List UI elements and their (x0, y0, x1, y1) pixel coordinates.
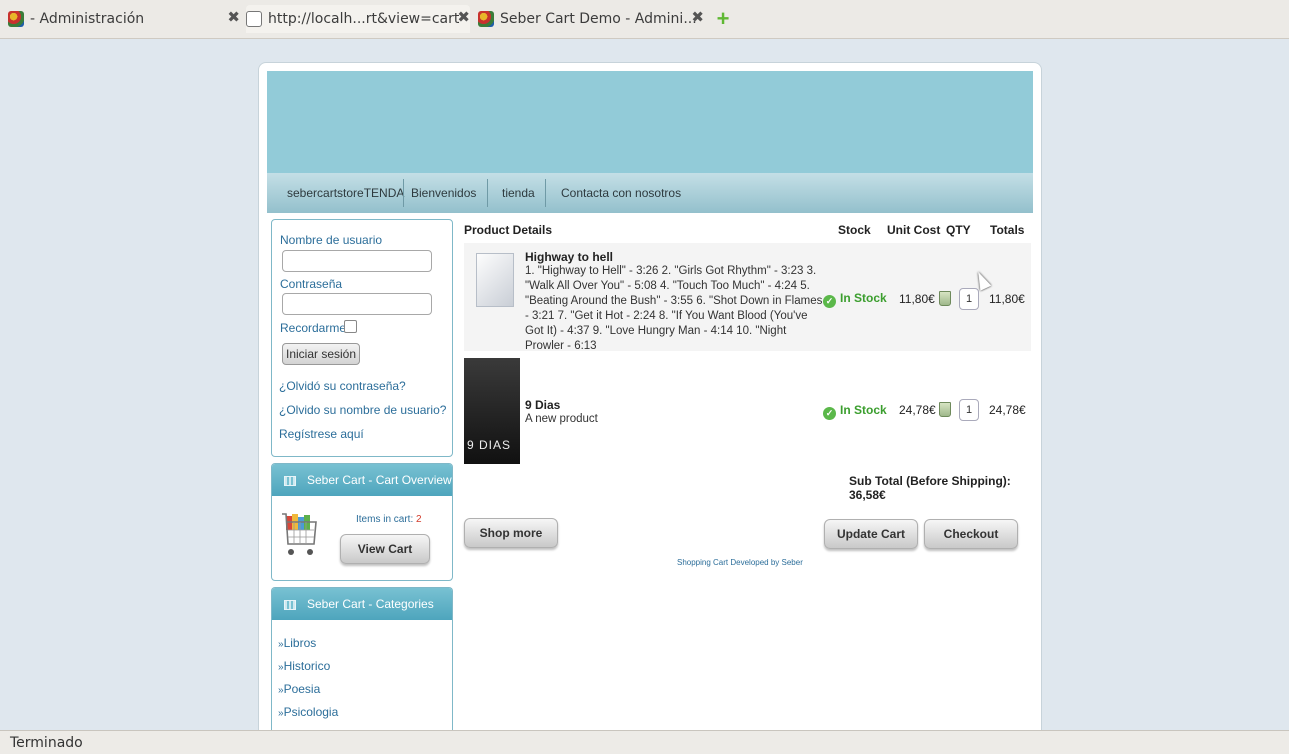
subtotal-value: 36,58€ (849, 488, 886, 502)
category-link[interactable]: Historico (278, 659, 331, 673)
page-icon (246, 11, 262, 27)
tab-title: - Administración (30, 11, 145, 27)
nav-item-tienda[interactable]: tienda (502, 173, 535, 213)
trash-icon[interactable] (939, 291, 951, 306)
stock-label: In Stock (840, 403, 887, 417)
nav-separator (545, 179, 546, 207)
header-stock: Stock (838, 223, 871, 237)
status-text: Terminado (10, 735, 83, 751)
browser-tab-bar: - Administración ✖ http://localh...rt&vi… (0, 0, 1289, 39)
categories-header: Seber Cart - Categories (272, 588, 452, 620)
items-in-cart: Items in cart: 2 (356, 514, 422, 525)
close-tab-icon[interactable]: ✖ (227, 8, 240, 26)
login-button[interactable]: Iniciar sesión (282, 343, 360, 365)
browser-tab-cart[interactable]: http://localh...rt&view=cart ✖ (246, 5, 470, 33)
password-input[interactable] (282, 293, 432, 315)
category-link[interactable]: Psicologia (278, 705, 339, 719)
update-cart-button[interactable]: Update Cart (824, 519, 918, 549)
register-link[interactable]: Regístrese aquí (279, 427, 364, 441)
category-link[interactable]: Libros (278, 636, 317, 650)
table-icon (284, 600, 296, 610)
new-tab-icon[interactable]: + (714, 8, 732, 30)
quantity-input[interactable]: 1 (959, 399, 979, 421)
main-nav: sebercartstoreTENDA Bienvenidos tienda C… (267, 173, 1033, 213)
unit-cost: 24,78€ (899, 403, 936, 417)
cart-overview-module: Seber Cart - Cart Overview Items in cart… (271, 463, 453, 581)
browser-status-bar: Terminado (0, 730, 1289, 754)
line-total: 11,80€ (989, 292, 1025, 306)
header-totals: Totals (990, 223, 1025, 237)
username-label: Nombre de usuario (280, 233, 383, 247)
forgot-username-link[interactable]: ¿Olvido su nombre de usuario? (279, 403, 446, 417)
login-module: Nombre de usuario Contraseña Recordarme … (271, 219, 453, 457)
nav-separator (403, 179, 404, 207)
stock-status: ✓ In Stock (823, 291, 887, 308)
product-image-movie: 9 DIAS (464, 358, 520, 464)
trash-icon[interactable] (939, 402, 951, 417)
site-header-banner (267, 71, 1033, 173)
nav-item-contacto[interactable]: Contacta con nosotros (561, 173, 681, 213)
stock-label: In Stock (840, 291, 887, 305)
subtotal: Sub Total (Before Shipping): 36,58€ (849, 474, 1031, 502)
remember-label: Recordarme (280, 321, 347, 335)
product-description: A new product (525, 413, 598, 425)
categories-title: Seber Cart - Categories (307, 597, 434, 611)
check-icon: ✓ (823, 295, 836, 308)
password-label: Contraseña (280, 277, 343, 291)
header-product-details: Product Details (464, 223, 553, 237)
joomla-icon (478, 11, 494, 27)
nav-item-home[interactable]: sebercartstoreTENDA (287, 173, 404, 213)
tab-title: http://localh...rt&view=cart (268, 11, 460, 27)
cart-overview-header: Seber Cart - Cart Overview (272, 464, 452, 496)
product-name[interactable]: 9 Dias (525, 398, 560, 412)
forgot-password-link[interactable]: ¿Olvidó su contraseña? (279, 379, 406, 393)
header-unit-cost: Unit Cost (887, 223, 941, 237)
subtotal-label: Sub Total (Before Shipping): (849, 474, 1011, 488)
movie-poster-title: 9 DIAS (467, 438, 512, 452)
categories-module: Seber Cart - Categories Libros Historico… (271, 587, 453, 731)
check-icon: ✓ (823, 407, 836, 420)
credit-link[interactable]: Shopping Cart Developed by Seber (677, 558, 803, 567)
shopping-cart-icon (282, 513, 317, 555)
close-tab-icon[interactable]: ✖ (691, 8, 704, 26)
product-description: 1. "Highway to Hell" - 3:26 2. "Girls Go… (525, 265, 823, 352)
browser-tab-seber-admin[interactable]: Seber Cart Demo - Admini... ✖ (478, 5, 704, 33)
page-container: sebercartstoreTENDA Bienvenidos tienda C… (258, 62, 1042, 732)
joomla-icon (8, 11, 24, 27)
nav-item-bienvenidos[interactable]: Bienvenidos (411, 173, 476, 213)
browser-tab-administracion[interactable]: - Administración ✖ (8, 5, 240, 33)
checkout-button[interactable]: Checkout (924, 519, 1018, 549)
product-image-box (476, 253, 514, 307)
tab-title: Seber Cart Demo - Admini... (500, 11, 697, 27)
nav-separator (487, 179, 488, 207)
quantity-input[interactable]: 1 (959, 288, 979, 310)
category-link[interactable]: Poesia (278, 682, 321, 696)
stock-status: ✓ In Stock (823, 403, 887, 420)
table-icon (284, 476, 296, 486)
view-cart-button[interactable]: View Cart (340, 534, 430, 564)
unit-cost: 11,80€ (899, 292, 935, 306)
line-total: 24,78€ (989, 403, 1026, 417)
product-name[interactable]: Highway to hell (525, 250, 613, 264)
close-tab-icon[interactable]: ✖ (457, 8, 470, 26)
items-in-cart-label: Items in cart: (356, 514, 414, 525)
shop-more-button[interactable]: Shop more (464, 518, 558, 548)
items-in-cart-count: 2 (416, 514, 422, 525)
header-qty: QTY (946, 223, 971, 237)
username-input[interactable] (282, 250, 432, 272)
cart-overview-title: Seber Cart - Cart Overview (307, 473, 452, 487)
remember-checkbox[interactable] (344, 320, 357, 333)
